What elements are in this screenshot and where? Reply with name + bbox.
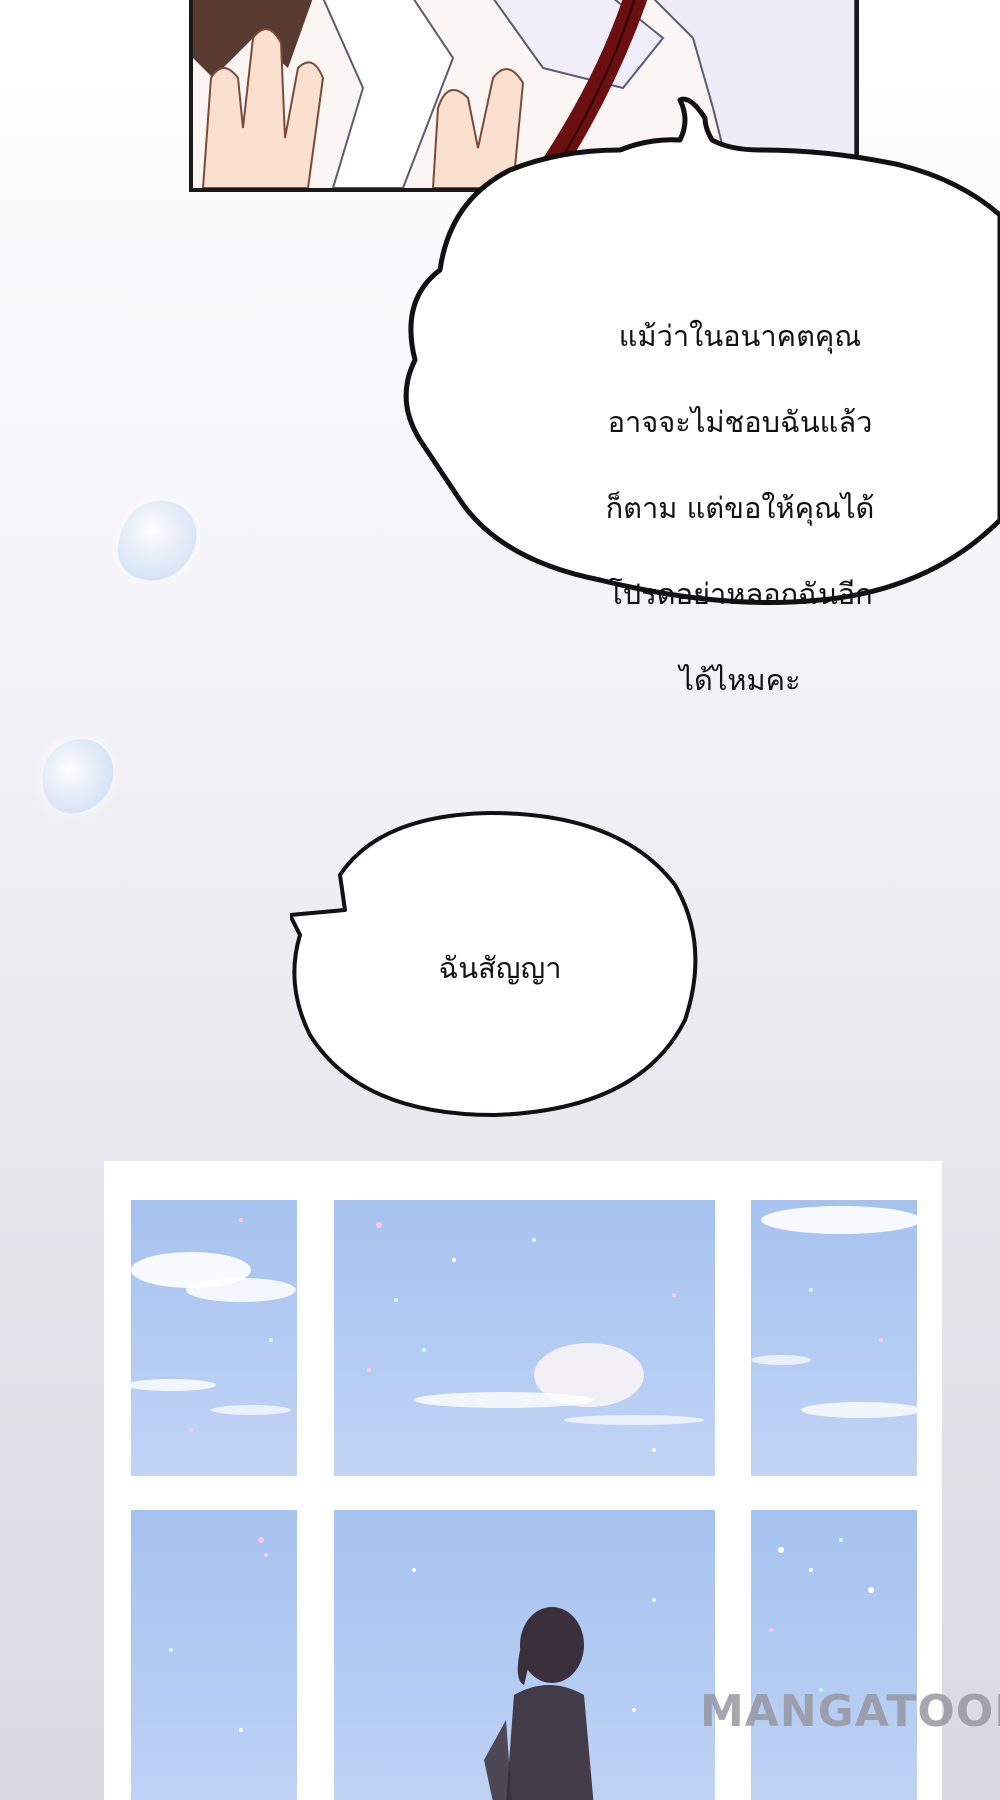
- cloud-illustration: [131, 1218, 296, 1432]
- comic-page: แม้ว่าในอนาคตคุณ อาจจะไม่ชอบฉันแล้ว ก็ตา…: [0, 0, 1000, 1800]
- petal-decoration: [110, 491, 205, 591]
- speech-line-4: โปรดอย่าหลอกฉันอีก: [607, 577, 873, 611]
- silhouette-illustration: [412, 1568, 656, 1800]
- speech-line-2: อาจจะไม่ชอบฉันแล้ว: [607, 405, 873, 439]
- mangatoon-watermark: MANGATOON: [700, 1686, 1000, 1737]
- speech-line-3: ก็ตาม แต่ขอให้คุณได้: [605, 491, 875, 525]
- cloud-illustration: [751, 1206, 917, 1418]
- window-pane: [751, 1200, 917, 1476]
- speech-line-5: ได้ไหมคะ: [679, 663, 801, 697]
- window-pane: [751, 1510, 917, 1800]
- sparkle-illustration: [769, 1538, 874, 1692]
- window-pane: [334, 1200, 715, 1476]
- hands-illustration: [193, 0, 855, 188]
- top-comic-panel: [189, 0, 859, 192]
- speech-text-large: แม้ว่าในอนาคตคุณ อาจจะไม่ชอบฉันแล้ว ก็ตา…: [560, 272, 920, 745]
- petal-decoration: [36, 734, 120, 818]
- speech-text-small: ฉันสัญญา: [438, 951, 562, 985]
- speech-line-1: แม้ว่าในอนาคตคุณ: [618, 319, 862, 353]
- sparkle-illustration: [169, 1537, 268, 1732]
- window-pane: [131, 1510, 297, 1800]
- window-pane: [334, 1510, 715, 1800]
- window-pane: [131, 1200, 297, 1476]
- cloud-illustration: [367, 1222, 704, 1452]
